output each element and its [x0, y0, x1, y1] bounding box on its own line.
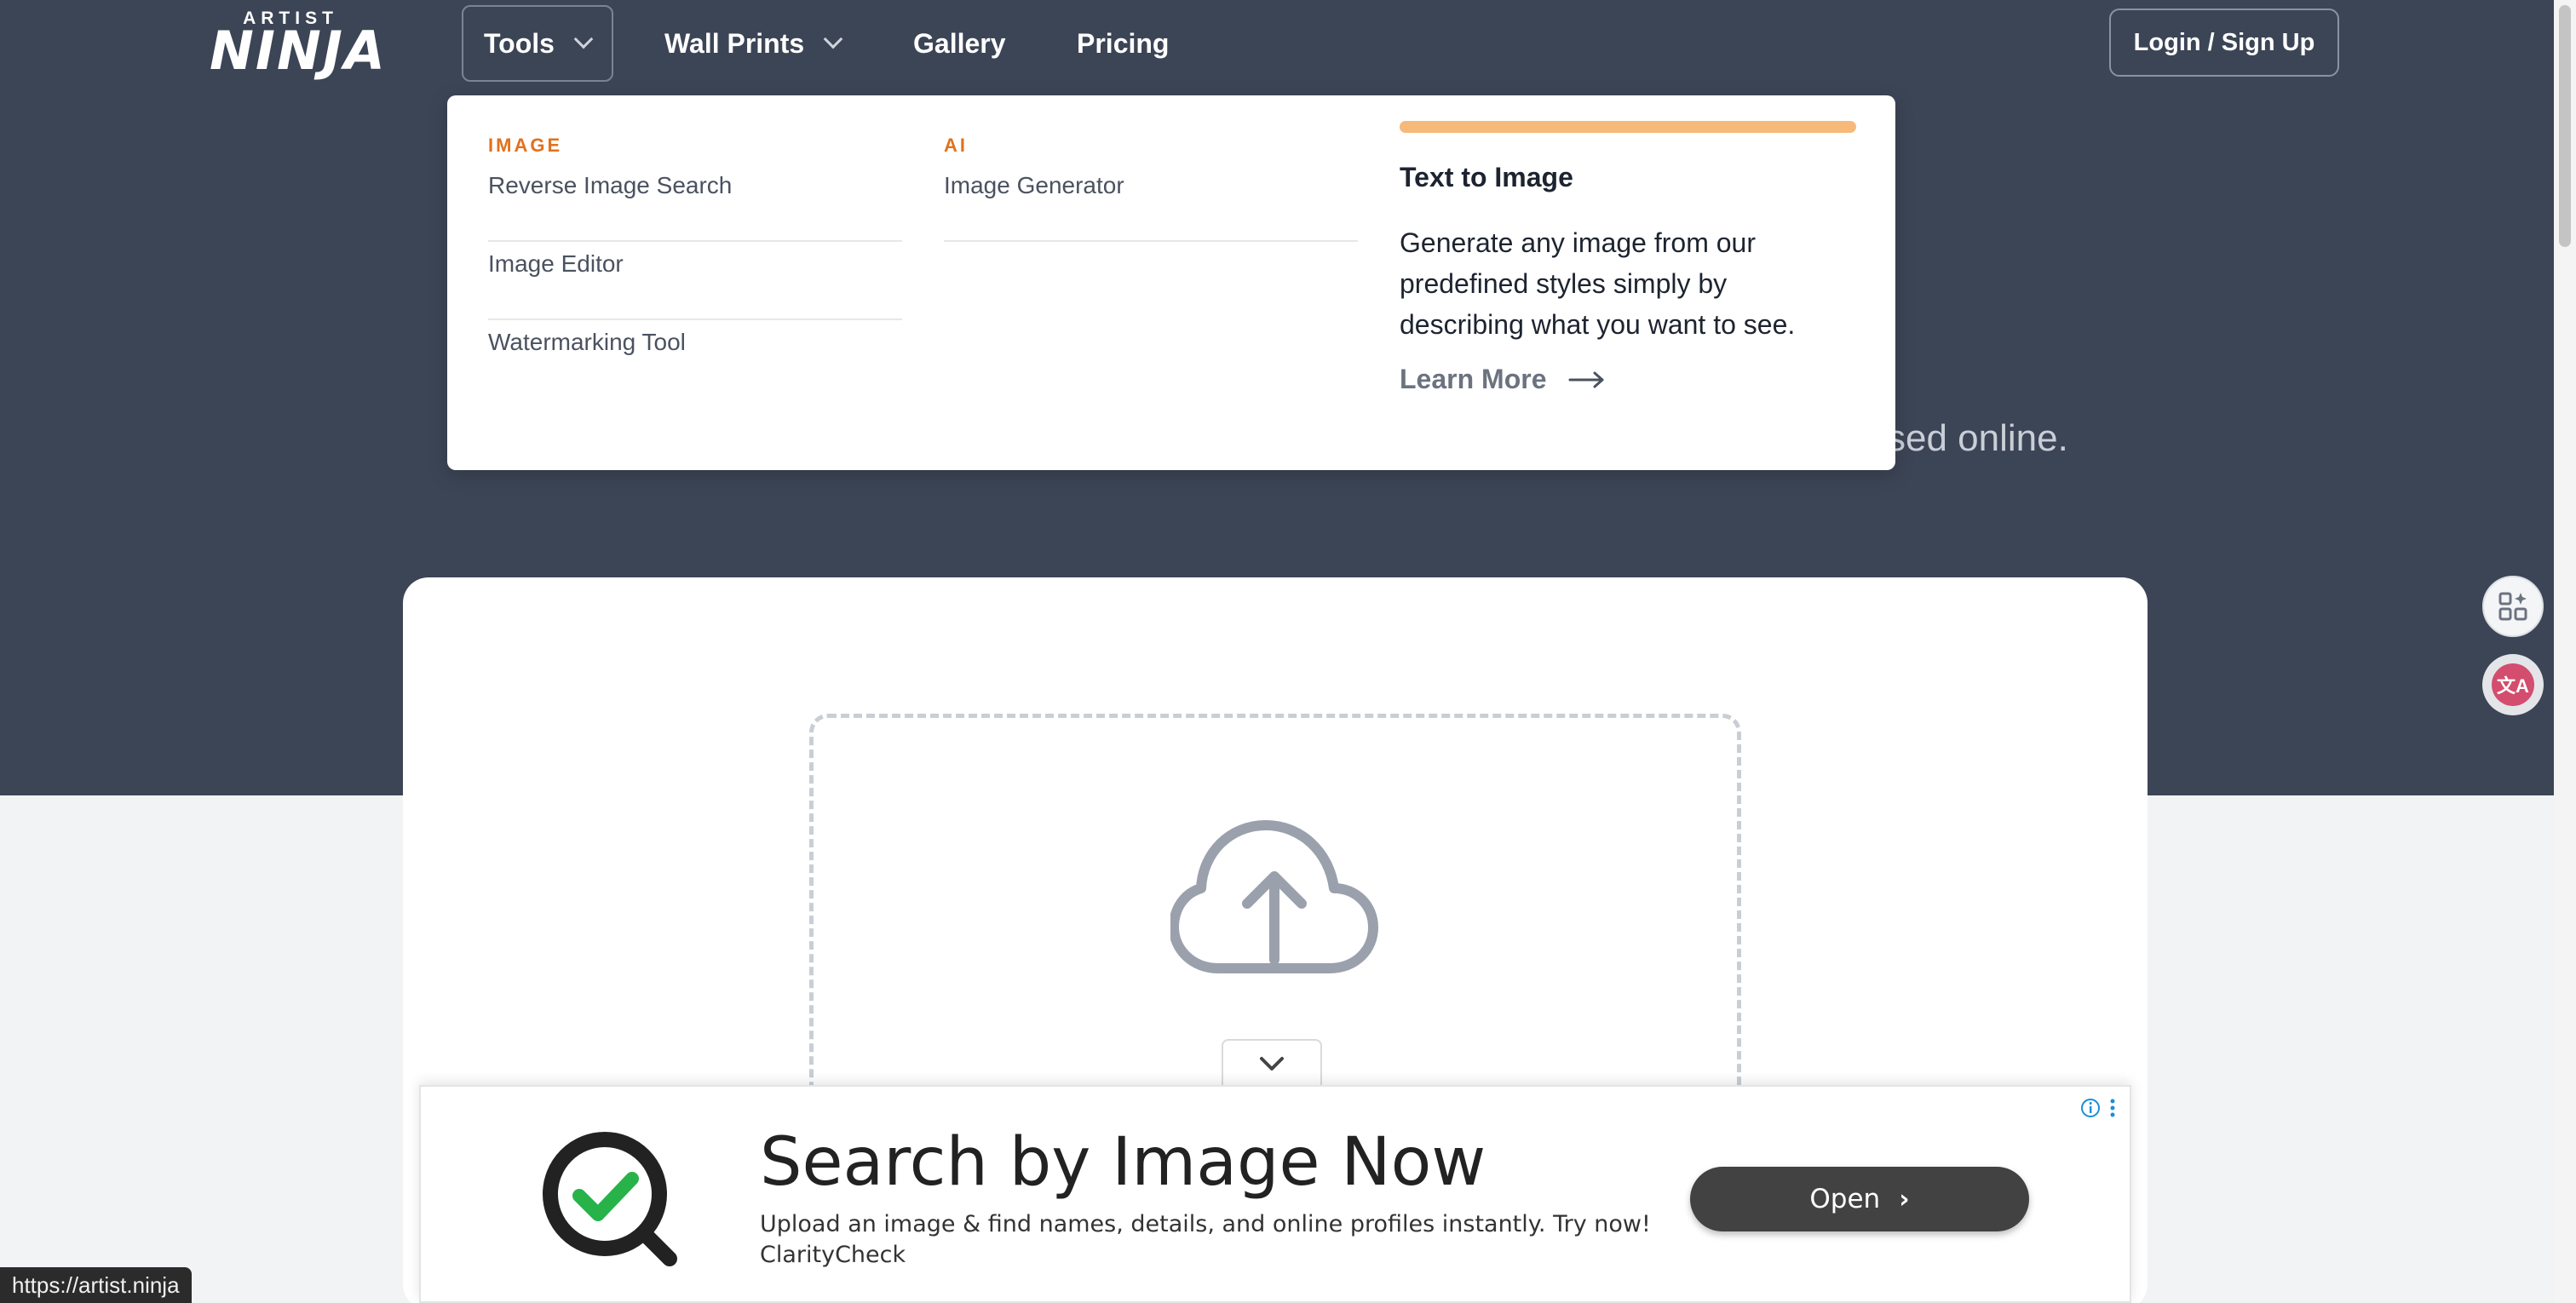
ad-open-label: Open	[1809, 1184, 1881, 1214]
ad-open-button[interactable]: Open ›	[1690, 1167, 2029, 1231]
ad-brand: ClarityCheck	[760, 1242, 906, 1268]
menu-image-generator[interactable]: Image Generator	[944, 164, 1358, 242]
learn-more-label: Learn More	[1400, 364, 1547, 394]
login-signup-button[interactable]: Login / Sign Up	[2109, 9, 2339, 77]
advertisement-banner[interactable]: Search by Image Now Upload an image & fi…	[419, 1085, 2131, 1303]
menu-watermarking-tool[interactable]: Watermarking Tool	[488, 320, 902, 399]
artist-ninja-logo[interactable]: ARTIST NINJA	[210, 9, 387, 82]
menu-reverse-image-search[interactable]: Reverse Image Search	[488, 164, 902, 242]
feature-title: Text to Image	[1400, 162, 1573, 192]
ai-heading: AI	[944, 135, 968, 156]
status-bar-url: https://artist.ninja	[0, 1267, 192, 1303]
learn-more-link[interactable]: Learn More	[1400, 364, 1856, 395]
info-icon[interactable]	[2080, 1098, 2101, 1118]
ai-tools-column: AI Image Generator	[944, 135, 1358, 242]
side-apps-button[interactable]	[2482, 576, 2544, 637]
ad-info-controls[interactable]	[2080, 1095, 2121, 1121]
image-heading: IMAGE	[488, 135, 563, 156]
translate-icon: 文A	[2492, 663, 2534, 706]
chevron-down-icon	[823, 29, 843, 49]
more-vertical-icon[interactable]	[2109, 1098, 2116, 1118]
logo-bottom-text: NINJA	[210, 20, 387, 82]
hero-subtitle: sed online.	[1887, 417, 2068, 459]
nav-wall-prints-label: Wall Prints	[664, 27, 805, 59]
image-tools-column: IMAGE Reverse Image Search Image Editor …	[488, 135, 902, 399]
feature-description: Generate any image from our predefined s…	[1400, 227, 1796, 340]
cloud-upload-icon	[1170, 820, 1378, 973]
ad-collapse-toggle[interactable]	[1222, 1039, 1322, 1087]
scrollbar-thumb[interactable]	[2559, 5, 2571, 247]
chevron-right-icon: ›	[1899, 1184, 1910, 1214]
chevron-down-icon	[1260, 1057, 1284, 1071]
arrow-right-icon	[1568, 371, 1604, 387]
nav-gallery[interactable]: Gallery	[913, 5, 1006, 82]
nav-pricing[interactable]: Pricing	[1077, 5, 1169, 82]
magnifier-check-icon	[543, 1132, 677, 1266]
side-translate-button[interactable]: 文A	[2482, 654, 2544, 715]
apps-grid-icon	[2498, 592, 2527, 621]
feature-panel: Text to Image Generate any image from ou…	[1400, 121, 1856, 395]
tools-dropdown-menu: IMAGE Reverse Image Search Image Editor …	[447, 95, 1895, 470]
nav-tools-label: Tools	[484, 27, 555, 59]
nav-tools[interactable]: Tools	[462, 5, 613, 82]
ad-description: Upload an image & find names, details, a…	[760, 1211, 1651, 1237]
nav-wall-prints[interactable]: Wall Prints	[664, 5, 843, 82]
menu-image-editor[interactable]: Image Editor	[488, 242, 902, 320]
feature-accent-bar	[1400, 121, 1856, 133]
chevron-down-icon	[573, 29, 594, 49]
ad-title: Search by Image Now	[760, 1124, 1486, 1201]
